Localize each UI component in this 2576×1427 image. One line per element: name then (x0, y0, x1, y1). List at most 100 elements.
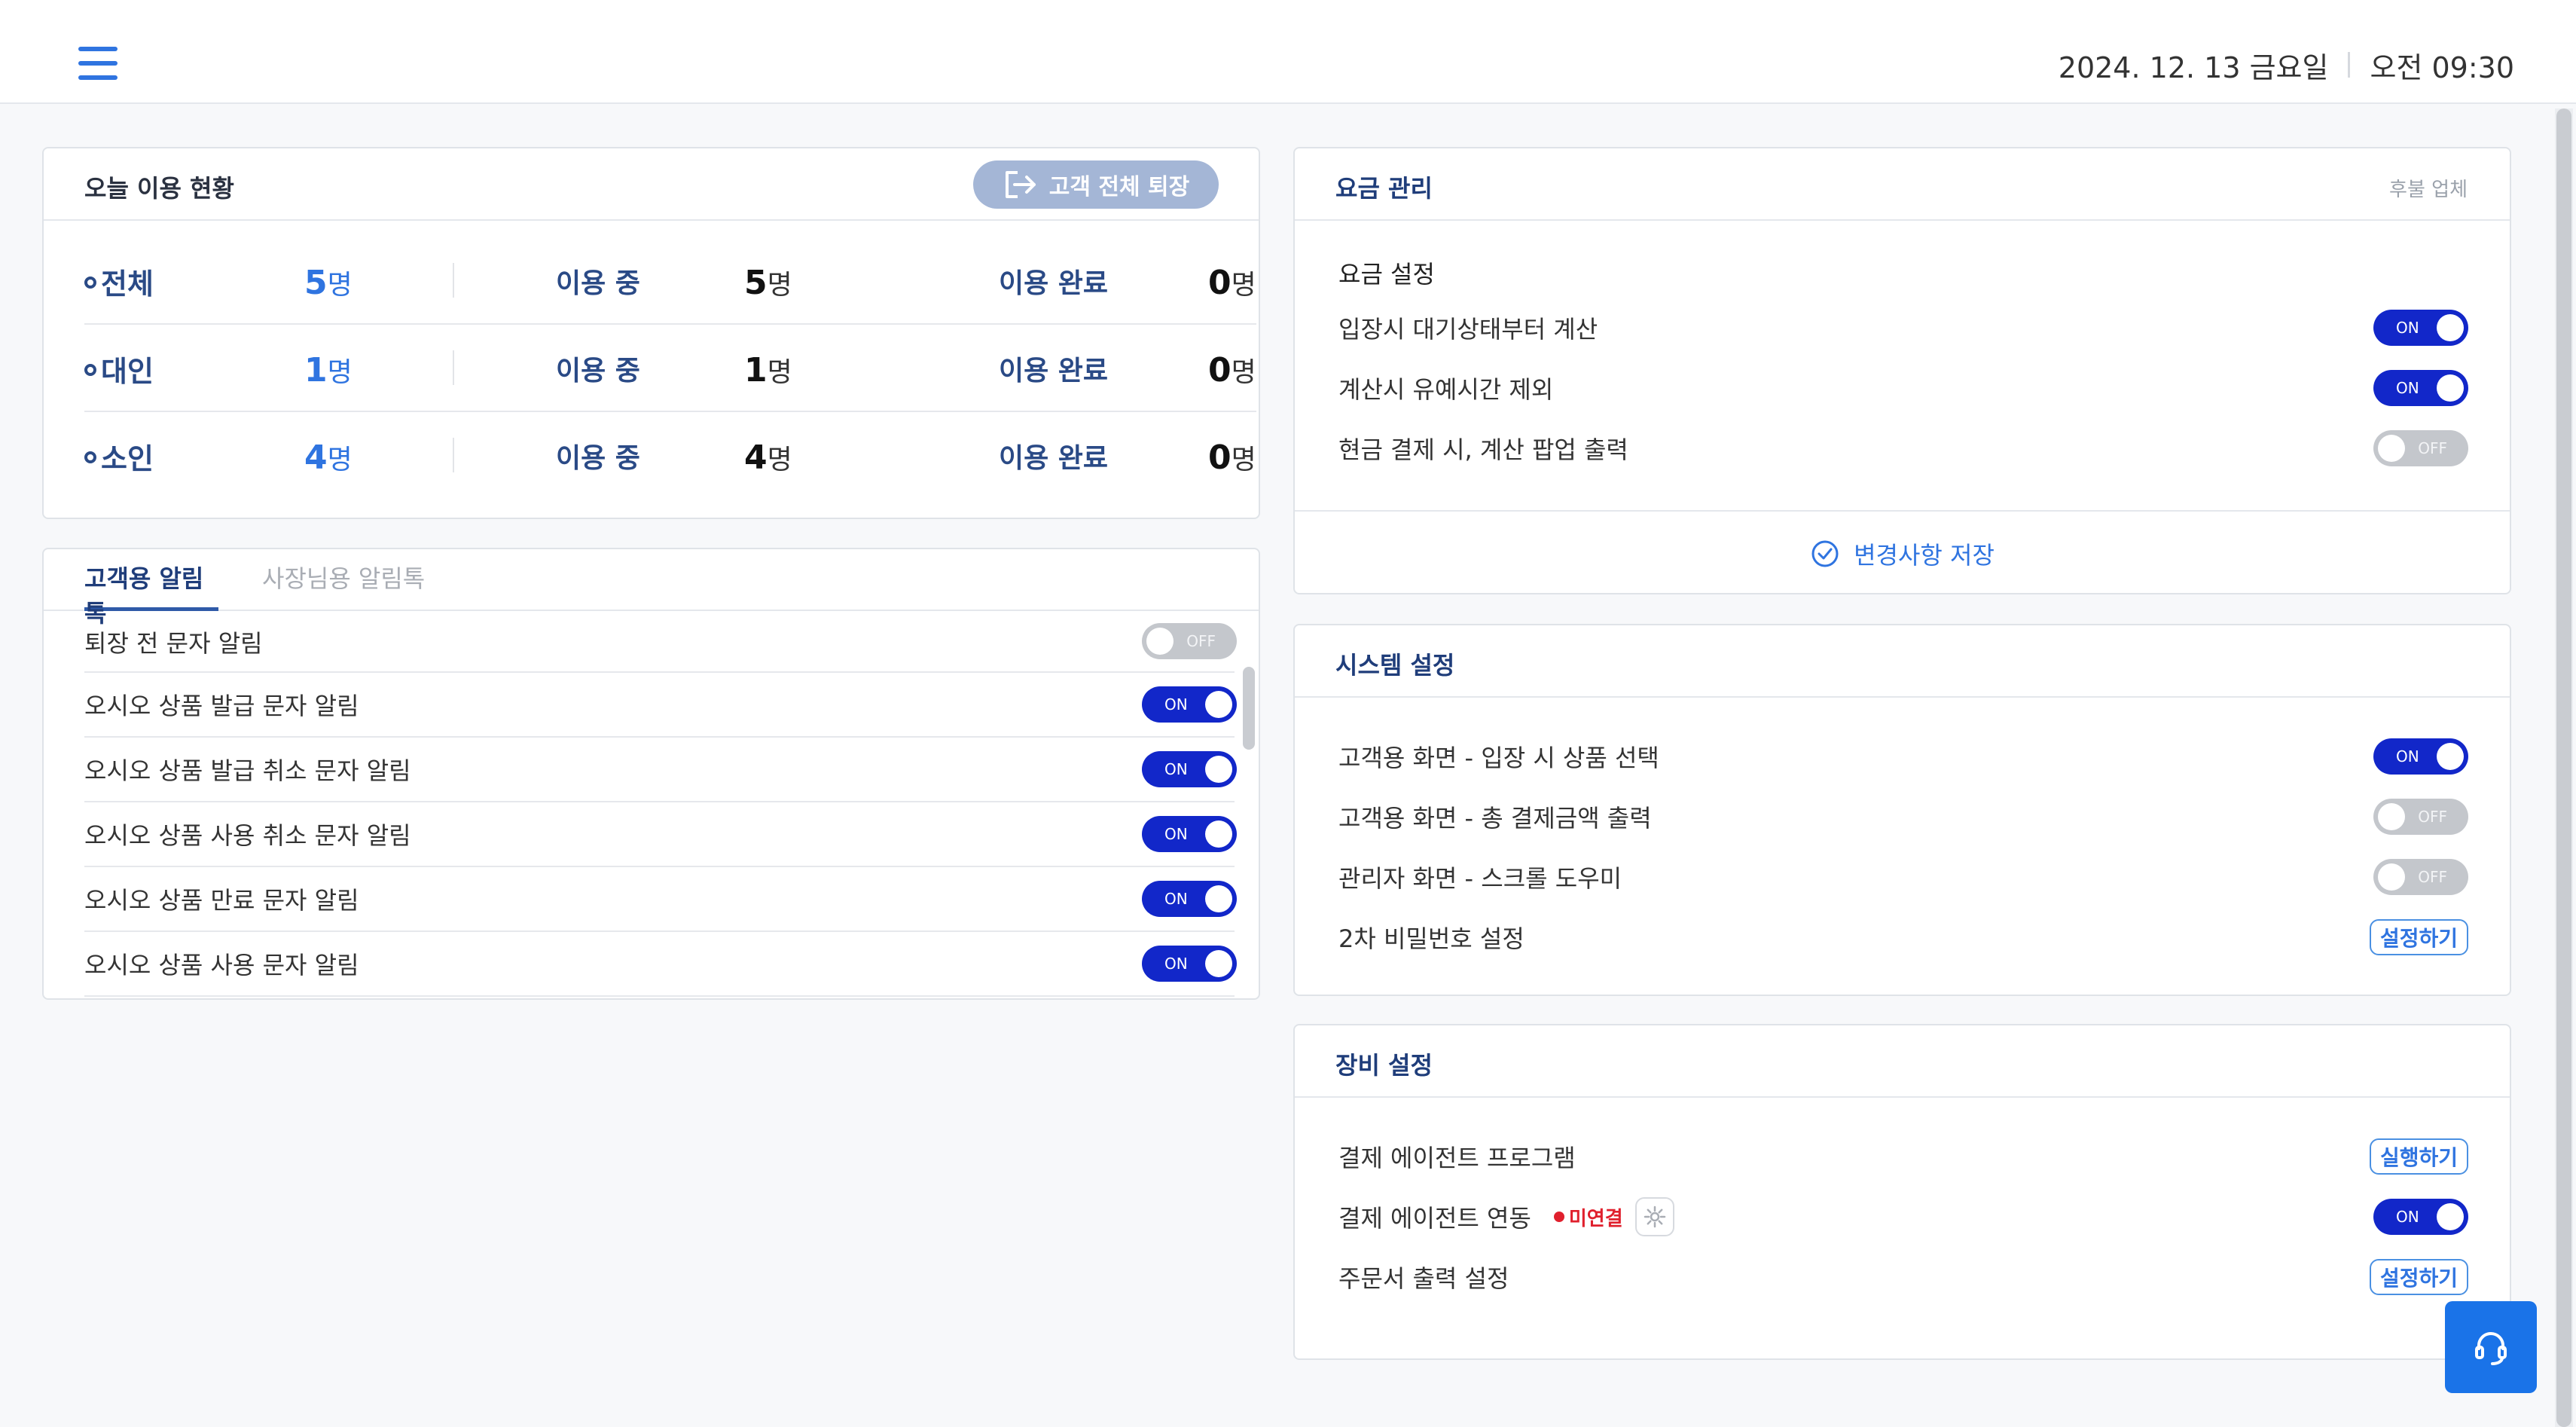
run-agent-button[interactable]: 실행하기 (2369, 1138, 2468, 1175)
setting-toggle[interactable]: ON (2373, 310, 2468, 346)
setting-label: 고객용 화면 - 총 결제금액 출력 (1338, 804, 1652, 833)
list-item: 오시오 상품 발급 취소 문자 알림 ON (84, 738, 1237, 802)
notification-toggle[interactable]: ON (1142, 881, 1237, 917)
setting-row: 현금 결제 시, 계산 팝업 출력 OFF (1338, 418, 2468, 478)
current-date: 2024. 12. 13 금요일 (2058, 50, 2329, 84)
system-card-header: 시스템 설정 (1295, 625, 2510, 698)
tab-customer-alimtalk[interactable]: 고객용 알림톡 (84, 560, 218, 628)
status-dot (1553, 1212, 1564, 1222)
setting-toggle[interactable]: OFF (2373, 859, 2468, 895)
setting-toggle[interactable]: OFF (2373, 799, 2468, 835)
hamburger-icon[interactable] (78, 47, 118, 80)
toggle-knob (1205, 756, 1232, 783)
page-scrollbar-thumb[interactable] (2556, 108, 2571, 1427)
list-item: 오시오 상품 만료 문자 알림 ON (84, 867, 1237, 932)
usage-card: 오늘 이용 현황 고객 전체 퇴장 전체 5명 이용 중 5명 이용 완료 0명… (42, 147, 1260, 519)
notification-scrollbar[interactable] (1238, 613, 1259, 997)
notification-scrollbar-thumb[interactable] (1243, 667, 1255, 750)
setting-toggle[interactable]: ON (2373, 370, 2468, 406)
exit-all-button[interactable]: 고객 전체 퇴장 (973, 160, 1219, 209)
divider (453, 350, 454, 385)
exit-all-label: 고객 전체 퇴장 (1048, 174, 1190, 200)
setting-label: 관리자 화면 - 스크롤 도우미 (1338, 864, 1622, 893)
notification-label: 오시오 상품 사용 문자 알림 (84, 951, 359, 979)
toggle-knob (2378, 435, 2405, 462)
save-changes-button[interactable]: 변경사항 저장 (1295, 512, 2510, 596)
setting-label: 결제 에이전트 연동 (1338, 1204, 1531, 1233)
setting-label: 고객용 화면 - 입장 시 상품 선택 (1338, 744, 1659, 772)
notification-toggle[interactable]: ON (1142, 686, 1237, 723)
notification-toggle[interactable]: ON (1142, 816, 1237, 852)
fee-subtitle: 요금 설정 (1338, 260, 1435, 289)
divider (453, 438, 454, 472)
usage-row-child: 소인 4명 이용 중 4명 이용 완료 0명 (84, 412, 1256, 500)
toggle-knob (2437, 314, 2464, 341)
list-item: 퇴장 전 문자 알림 OFF (84, 613, 1237, 673)
setting-row: 고객용 화면 - 총 결제금액 출력 OFF (1338, 787, 2468, 847)
divider (453, 263, 454, 298)
support-button[interactable] (2445, 1301, 2537, 1393)
toggle-knob (1205, 820, 1232, 848)
toggle-knob (1205, 950, 1232, 977)
setting-label: 주문서 출력 설정 (1338, 1264, 1509, 1293)
usage-total: 5명 (304, 264, 353, 302)
bullet-icon (84, 364, 96, 376)
gear-icon[interactable] (1634, 1197, 1674, 1236)
toggle-knob (2437, 743, 2464, 770)
done-label: 이용 완료 (999, 443, 1109, 474)
datetime-divider (2348, 52, 2351, 78)
top-bar: 2024. 12. 13 금요일 오전 09:30 (0, 0, 2576, 104)
done-value: 0명 (1208, 438, 1256, 477)
fee-footer: 변경사항 저장 (1295, 510, 2510, 594)
device-card-header: 장비 설정 (1295, 1025, 2510, 1098)
toggle-knob (2437, 374, 2464, 402)
toggle-knob (2378, 803, 2405, 830)
setting-row: 결제 에이전트 연동 미연결 ON (1338, 1187, 2468, 1247)
usage-total: 4명 (304, 438, 353, 477)
logout-icon (1005, 171, 1036, 198)
list-item: 오시오 상품 발급 문자 알림 ON (84, 673, 1237, 738)
list-item: 오시오 상품 사용 취소 문자 알림 ON (84, 802, 1237, 867)
fee-card: 요금 관리 후불 업체 요금 설정 입장시 대기상태부터 계산 ON 계산시 유… (1293, 147, 2511, 594)
bullet-icon (84, 451, 96, 463)
headset-icon (2475, 1332, 2507, 1365)
tab-owner-alimtalk[interactable]: 사장님용 알림톡 (262, 560, 425, 611)
save-changes-label: 변경사항 저장 (1854, 541, 1995, 570)
notification-tabs: 고객용 알림톡 사장님용 알림톡 (44, 549, 1259, 628)
billing-type-note: 후불 업체 (2389, 179, 2468, 201)
notification-toggle[interactable]: ON (1142, 946, 1237, 982)
check-circle-icon (1811, 540, 1839, 567)
usage-total: 1명 (304, 351, 353, 390)
setting-toggle[interactable]: ON (2373, 738, 2468, 775)
setting-row: 주문서 출력 설정 설정하기 (1338, 1247, 2468, 1307)
status-badge: 미연결 (1553, 1203, 1623, 1231)
notification-toggle[interactable]: ON (1142, 751, 1237, 787)
setting-label: 계산시 유예시간 제외 (1338, 375, 1554, 404)
done-value: 0명 (1208, 264, 1256, 302)
notification-toggle[interactable]: OFF (1142, 623, 1237, 659)
notification-label: 오시오 상품 발급 취소 문자 알림 (84, 756, 411, 785)
list-item: 오시오 상품 사용 문자 알림 ON (84, 932, 1237, 997)
order-print-setup-button[interactable]: 설정하기 (2369, 1259, 2468, 1295)
usage-row-all: 전체 5명 이용 중 5명 이용 완료 0명 (84, 237, 1256, 325)
setting-label: 2차 비밀번호 설정 (1338, 924, 1525, 953)
current-time: 오전 09:30 (2370, 50, 2514, 84)
setting-label: 결제 에이전트 프로그램 (1338, 1144, 1576, 1172)
setting-toggle[interactable]: OFF (2373, 430, 2468, 466)
setting-row: 관리자 화면 - 스크롤 도우미 OFF (1338, 847, 2468, 907)
toggle-knob (1205, 691, 1232, 718)
usage-title: 오늘 이용 현황 (84, 174, 234, 203)
toggle-knob (1205, 885, 1232, 912)
usage-row-label: 대인 (101, 354, 154, 388)
system-title: 시스템 설정 (1335, 651, 1455, 680)
usage-row-label: 전체 (101, 267, 154, 301)
in-use-label: 이용 중 (556, 268, 640, 299)
setting-toggle[interactable]: ON (2373, 1199, 2468, 1235)
notification-label: 오시오 상품 사용 취소 문자 알림 (84, 821, 411, 850)
in-use-value: 5명 (744, 264, 792, 302)
notification-label: 퇴장 전 문자 알림 (84, 629, 263, 658)
usage-row-label: 소인 (101, 442, 154, 475)
usage-card-header: 오늘 이용 현황 고객 전체 퇴장 (44, 148, 1259, 221)
page-scrollbar[interactable] (2555, 108, 2573, 1427)
password-setup-button[interactable]: 설정하기 (2369, 919, 2468, 955)
